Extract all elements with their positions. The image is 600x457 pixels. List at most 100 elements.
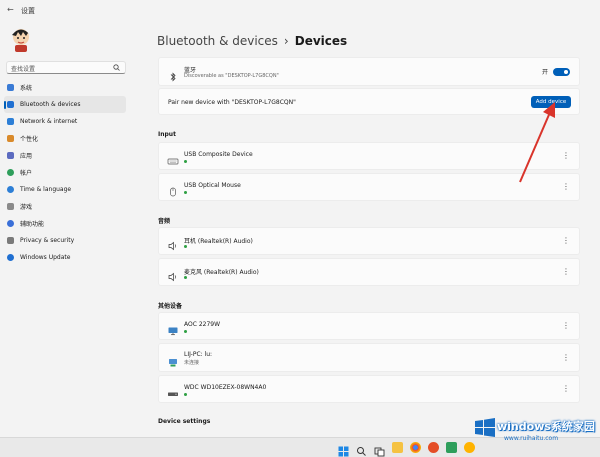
- more-options-icon[interactable]: ⋮: [562, 236, 570, 246]
- more-options-icon[interactable]: ⋮: [562, 384, 570, 394]
- more-options-icon[interactable]: ⋮: [562, 182, 570, 192]
- more-options-icon[interactable]: ⋮: [562, 321, 570, 331]
- globe-icon: [7, 186, 14, 193]
- update-icon: [7, 254, 14, 261]
- drive-icon: [167, 384, 179, 396]
- search-input[interactable]: 查找设置: [6, 61, 126, 74]
- more-options-icon[interactable]: ⋮: [562, 353, 570, 363]
- accessibility-icon: [7, 220, 14, 227]
- sidebar-item-accounts[interactable]: 帐户: [4, 164, 126, 181]
- bluetooth-toggle-group: 开: [542, 67, 570, 76]
- shield-icon: [7, 237, 14, 244]
- breadcrumb-parent[interactable]: Bluetooth & devices: [157, 34, 278, 48]
- device-name: 耳机 (Realtek(R) Audio): [184, 238, 253, 245]
- connected-indicator: [184, 393, 187, 396]
- sidebar-nav: 系统 Bluetooth & devices Network & interne…: [4, 79, 126, 266]
- device-row[interactable]: LIJ-PC: lu: 未连接 ⋮: [158, 343, 580, 372]
- sidebar-item-label: Bluetooth & devices: [20, 101, 81, 108]
- speaker-icon: [167, 236, 179, 251]
- window-title: 设置: [21, 7, 35, 15]
- device-name: USB Optical Mouse: [184, 182, 241, 189]
- sidebar-item-apps[interactable]: 应用: [4, 147, 126, 164]
- section-other-devices: 其他设备: [158, 303, 183, 310]
- device-row[interactable]: 耳机 (Realtek(R) Audio) ⋮: [158, 227, 580, 255]
- computer-icon: [167, 353, 179, 366]
- sidebar-item-system[interactable]: 系统: [4, 79, 126, 96]
- sidebar-item-label: 游戏: [20, 204, 33, 211]
- browser-icon[interactable]: [428, 442, 439, 453]
- sidebar-item-privacy[interactable]: Privacy & security: [4, 232, 126, 249]
- apps-icon: [7, 152, 14, 159]
- bluetooth-devices-icon: [7, 101, 14, 108]
- chrome-icon[interactable]: [410, 442, 421, 453]
- sidebar-item-label: 帐户: [20, 170, 33, 177]
- search-placeholder: 查找设置: [11, 66, 36, 73]
- pair-device-text: Pair new device with "DESKTOP-L7G8CQN": [168, 99, 296, 106]
- sidebar-item-personalization[interactable]: 个性化: [4, 130, 126, 147]
- sidebar-item-label: 应用: [20, 153, 33, 160]
- device-row[interactable]: USB Optical Mouse ⋮: [158, 173, 580, 201]
- network-icon: [7, 118, 14, 125]
- sidebar-item-bluetooth-devices[interactable]: Bluetooth & devices: [4, 96, 126, 113]
- main-content: Bluetooth & devices › Devices 蓝牙 Discovera…: [150, 0, 600, 457]
- device-name: 麦克风 (Realtek(R) Audio): [184, 269, 259, 276]
- section-input: Input: [158, 131, 176, 138]
- sidebar-item-label: Time & language: [20, 186, 72, 193]
- section-audio: 音频: [158, 218, 171, 225]
- connected-indicator: [184, 160, 187, 163]
- breadcrumb: Bluetooth & devices › Devices: [157, 34, 347, 48]
- sidebar-item-time-language[interactable]: Time & language: [4, 181, 126, 198]
- sidebar-item-label: 系统: [20, 85, 33, 92]
- toggle-state-label: 开: [541, 69, 548, 76]
- controller-icon: [7, 203, 14, 210]
- sidebar-item-windows-update[interactable]: Windows Update: [4, 249, 126, 266]
- connected-indicator: [184, 330, 187, 333]
- device-row[interactable]: 麦克风 (Realtek(R) Audio) ⋮: [158, 258, 580, 286]
- connected-indicator: [184, 276, 187, 279]
- start-icon[interactable]: [338, 442, 349, 457]
- file-explorer-icon[interactable]: [392, 442, 403, 453]
- task-view-icon[interactable]: [374, 442, 385, 457]
- device-row[interactable]: USB Composite Device ⋮: [158, 142, 580, 170]
- sidebar-item-accessibility[interactable]: 辅助功能: [4, 215, 126, 232]
- device-name: AOC 2279W: [184, 321, 221, 328]
- add-device-button[interactable]: Add device: [531, 96, 571, 108]
- breadcrumb-separator: ›: [283, 34, 289, 48]
- bluetooth-card: 蓝牙 Discoverable as "DESKTOP-L7G8CQN" 开: [158, 57, 580, 86]
- search-icon[interactable]: [356, 442, 367, 456]
- sidebar-item-label: Privacy & security: [20, 237, 75, 244]
- avatar[interactable]: [9, 27, 33, 53]
- device-name: USB Composite Device: [184, 151, 253, 158]
- app-icon[interactable]: [446, 442, 457, 453]
- sidebar-item-label: Windows Update: [20, 254, 71, 261]
- windows-logo-icon: [475, 418, 495, 437]
- device-name: LIJ-PC: lu:: [184, 351, 213, 358]
- speaker-icon: [167, 267, 179, 282]
- sidebar-item-gaming[interactable]: 游戏: [4, 198, 126, 215]
- watermark-url: www.ruihaitu.com: [504, 435, 559, 442]
- bluetooth-icon: [167, 67, 179, 81]
- brush-icon: [7, 135, 14, 142]
- monitor-icon: [167, 321, 179, 336]
- device-name: WDC WD10EZEX-08WN4A0: [184, 384, 267, 391]
- mouse-icon: [167, 182, 179, 197]
- page-title: Devices: [294, 34, 348, 48]
- pair-device-card: Pair new device with "DESKTOP-L7G8CQN" A…: [158, 88, 580, 115]
- more-options-icon[interactable]: ⋮: [562, 151, 570, 161]
- back-arrow-icon[interactable]: ←: [7, 5, 14, 14]
- section-device-settings: Device settings: [158, 418, 211, 425]
- keyboard-icon: [167, 151, 179, 165]
- person-icon: [7, 169, 14, 176]
- system-icon: [7, 84, 14, 91]
- device-row[interactable]: WDC WD10EZEX-08WN4A0 ⋮: [158, 375, 580, 403]
- connected-indicator: [184, 245, 187, 248]
- more-options-icon[interactable]: ⋮: [562, 267, 570, 277]
- watermark-title: windows系统家园: [497, 420, 595, 433]
- bluetooth-status: Discoverable as "DESKTOP-L7G8CQN": [184, 73, 279, 79]
- device-row[interactable]: AOC 2279W ⋮: [158, 312, 580, 340]
- sidebar-item-network[interactable]: Network & internet: [4, 113, 126, 130]
- bluetooth-toggle[interactable]: [553, 67, 570, 76]
- watermark: windows系统家园 www.ruihaitu.com: [474, 413, 598, 457]
- device-status: 未连接: [184, 360, 200, 366]
- connected-indicator: [184, 191, 187, 194]
